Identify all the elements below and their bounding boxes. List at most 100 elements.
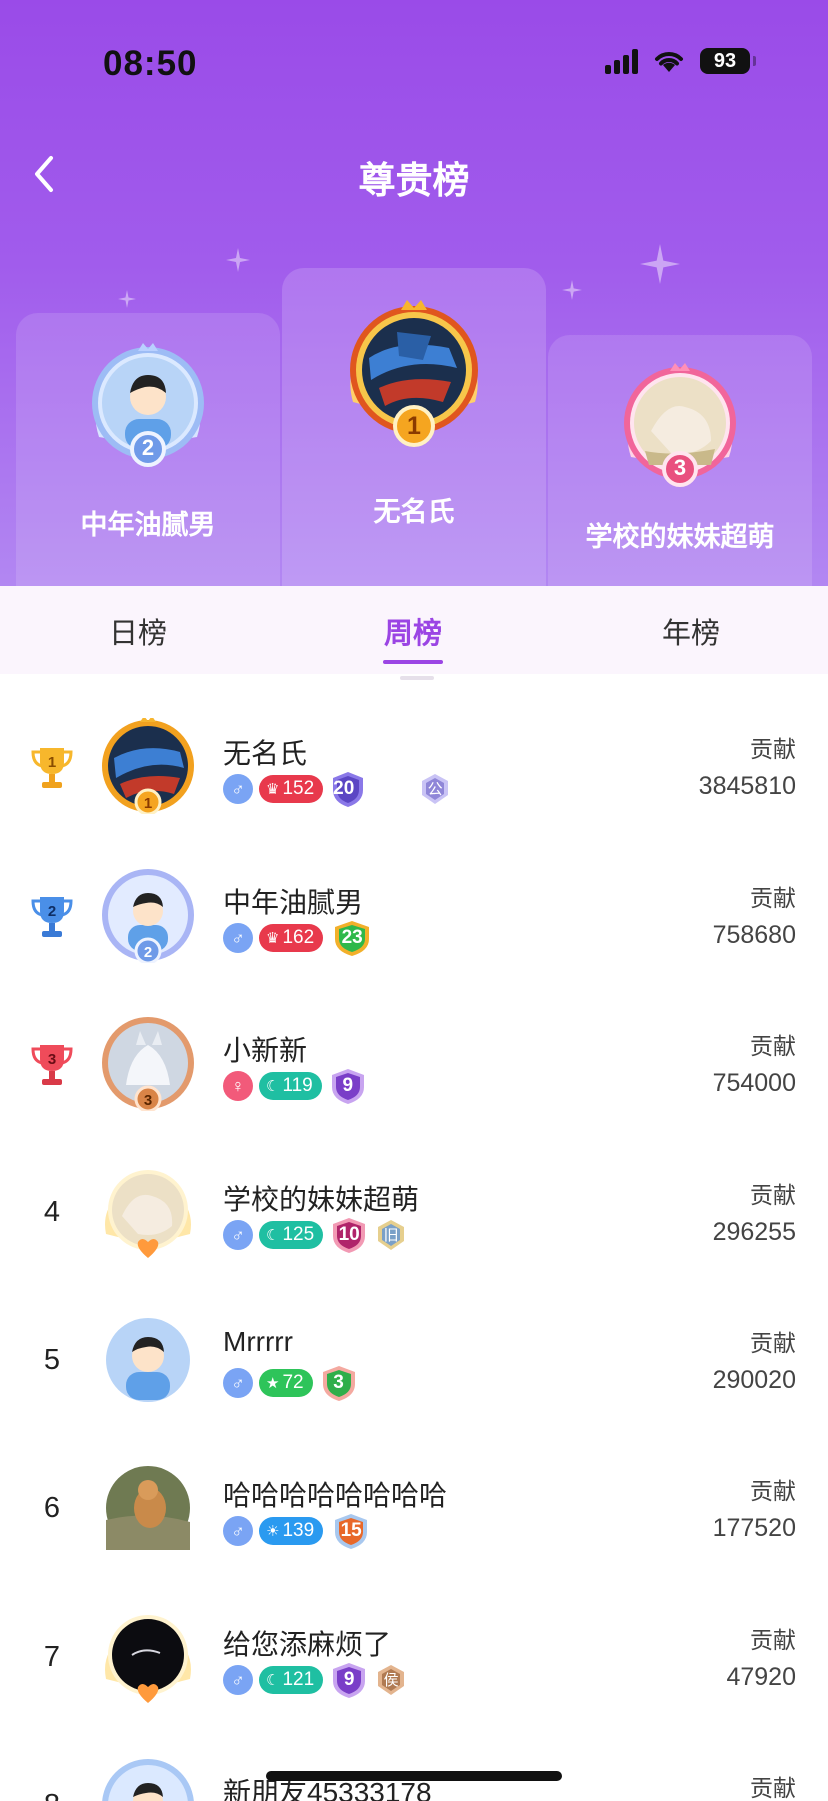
list-item[interactable]: 8 新朋友45333178 贡献 <box>0 1735 828 1801</box>
podium-third[interactable]: 3 学校的妹妹超萌 <box>548 335 812 586</box>
contribution-value: 177520 <box>712 1514 796 1542</box>
male-icon: ♂ <box>223 1516 253 1546</box>
avatar: 3 <box>100 1015 196 1113</box>
podium-first-name: 无名氏 <box>373 497 455 527</box>
contribution-label: 贡献 <box>750 736 796 762</box>
moon-icon: ☾ <box>266 1078 280 1095</box>
podium-third-rank: 3 <box>673 455 687 480</box>
shield-level-value: 10 <box>338 1224 360 1245</box>
shield-level-value: 3 <box>333 1372 344 1393</box>
shield-level-value: 23 <box>341 927 363 948</box>
page-title: 尊贵榜 <box>358 160 470 201</box>
avatar <box>100 1609 196 1705</box>
male-icon: ♂ <box>223 1220 253 1250</box>
status-icons: 93 <box>605 48 756 74</box>
medal-icon: 旧 <box>375 1219 407 1251</box>
shield-level-icon: 15 <box>329 1512 373 1550</box>
contribution-label: 贡献 <box>750 1478 796 1504</box>
contribution-value: 754000 <box>712 1069 796 1097</box>
list-item[interactable]: 5 Mrrrrr ♂ ★ 72 3 贡献 290020 <box>0 1290 828 1438</box>
wealth-level-value: 139 <box>282 1520 315 1541</box>
male-icon: ♂ <box>223 923 253 953</box>
list-item[interactable]: 3 3 小新新 ♀ ☾ 119 9 贡献 754000 <box>0 993 828 1141</box>
user-badges: ♀ ☾ 119 9 <box>223 1067 368 1105</box>
user-name: 给您添麻烦了 <box>223 1629 392 1660</box>
wealth-level-badge: ♛ 162 <box>259 924 324 952</box>
female-icon: ♀ <box>223 1071 253 1101</box>
avatar <box>100 1460 196 1556</box>
wealth-level-badge: ☾ 119 <box>259 1072 322 1100</box>
svg-text:1: 1 <box>48 754 56 771</box>
user-name: 学校的妹妹超萌 <box>223 1184 420 1215</box>
period-tabs: 日榜 周榜 年榜 <box>0 586 828 680</box>
avatar <box>100 1164 196 1260</box>
podium-third-name: 学校的妹妹超萌 <box>585 522 775 552</box>
podium-first-avatar: 1 <box>339 298 489 448</box>
sparkle-icon <box>118 290 136 308</box>
svg-text:1: 1 <box>144 795 152 812</box>
drag-handle[interactable] <box>400 676 434 680</box>
contribution-label: 贡献 <box>750 1330 796 1356</box>
avatar <box>100 1312 196 1408</box>
shield-level-icon: 9 <box>329 1661 369 1699</box>
wealth-level-badge: ♛ 152 <box>259 775 324 803</box>
medal-text: 公 <box>427 781 443 798</box>
moon-icon: ☾ <box>266 1672 280 1689</box>
male-icon: ♂ <box>223 1368 253 1398</box>
user-badges: ♂ ☀ 139 15 <box>223 1512 373 1550</box>
battery-level: 93 <box>713 49 737 72</box>
wealth-level-badge: ★ 72 <box>259 1369 313 1397</box>
tab-daily[interactable]: 日榜 <box>38 610 238 652</box>
wealth-level-value: 152 <box>282 778 315 799</box>
medal-icon: 公 <box>419 773 451 805</box>
user-badges: ♂ ♛ 162 23 <box>223 919 375 957</box>
male-icon: ♂ <box>223 774 253 804</box>
tab-active-indicator <box>383 660 443 664</box>
list-item[interactable]: 1 1 无名氏 ♂ ♛152 20 公 贡献 3845810 <box>0 696 828 844</box>
list-item[interactable]: 2 2 中年油腻男 ♂ ♛ 162 23 贡献 758680 <box>0 845 828 993</box>
status-time: 08:50 <box>103 44 198 83</box>
cellular-signal-icon <box>605 48 638 74</box>
svg-text:3: 3 <box>144 1092 152 1109</box>
contribution-value: 290020 <box>712 1366 796 1394</box>
svg-text:2: 2 <box>144 944 152 961</box>
podium-second-rank: 2 <box>141 435 155 460</box>
avatar: 1 <box>100 716 196 816</box>
user-badges: ♂ ☾ 121 9 侯 <box>223 1661 407 1699</box>
gold-trophy-icon: 1 <box>31 748 73 788</box>
wealth-level-value: 162 <box>282 927 315 948</box>
user-badges: ♂ ★ 72 3 <box>223 1364 359 1402</box>
sparkle-icon <box>562 280 582 300</box>
wealth-level-badge: ☾ 121 <box>259 1666 324 1694</box>
wealth-level-value: 119 <box>282 1075 313 1096</box>
wealth-level-value: 121 <box>282 1669 315 1690</box>
tab-weekly[interactable]: 周榜 <box>313 610 513 652</box>
list-item[interactable]: 6 哈哈哈哈哈哈哈哈 ♂ ☀ 139 15 贡献 177520 <box>0 1438 828 1586</box>
list-item[interactable]: 4 学校的妹妹超萌 ♂ ☾ 125 10 旧 贡献 296255 <box>0 1142 828 1290</box>
contribution-label: 贡献 <box>750 1182 796 1208</box>
shield-level-value: 15 <box>340 1520 362 1541</box>
battery-icon: 93 <box>700 48 756 74</box>
shield-level-icon: 9 <box>328 1067 368 1105</box>
list-item[interactable]: 7 给您添麻烦了 ♂ ☾ 121 9 侯 贡献 47920 <box>0 1587 828 1735</box>
moon-icon: ☾ <box>266 1227 280 1244</box>
contribution-label: 贡献 <box>750 1033 796 1059</box>
user-name: 无名氏 <box>223 738 308 769</box>
podium-first[interactable]: 1 无名氏 <box>282 268 546 586</box>
tab-yearly[interactable]: 年榜 <box>591 610 791 652</box>
wealth-level-badge: ☀ 139 <box>259 1517 324 1545</box>
medal-icon: 侯 <box>375 1664 407 1696</box>
contribution-label: 贡献 <box>750 1627 796 1653</box>
medal-text: 侯 <box>383 1672 399 1689</box>
avatar: 2 <box>100 867 196 965</box>
shield-level-icon: 10 <box>329 1216 369 1254</box>
podium-second-avatar: 2 <box>83 341 213 471</box>
user-name: 哈哈哈哈哈哈哈哈 <box>223 1480 448 1511</box>
shield-level-value: 9 <box>343 1669 355 1690</box>
hero-header: 08:50 93 尊贵榜 2 中年油腻男 1 无名氏 3 学校的妹妹超萌 <box>0 0 828 586</box>
podium-third-avatar: 3 <box>615 361 745 491</box>
sparkle-icon <box>640 244 680 284</box>
shield-level-icon: 3 <box>319 1364 359 1402</box>
red-trophy-icon: 3 <box>31 1045 73 1085</box>
podium-second[interactable]: 2 中年油腻男 <box>16 313 280 586</box>
